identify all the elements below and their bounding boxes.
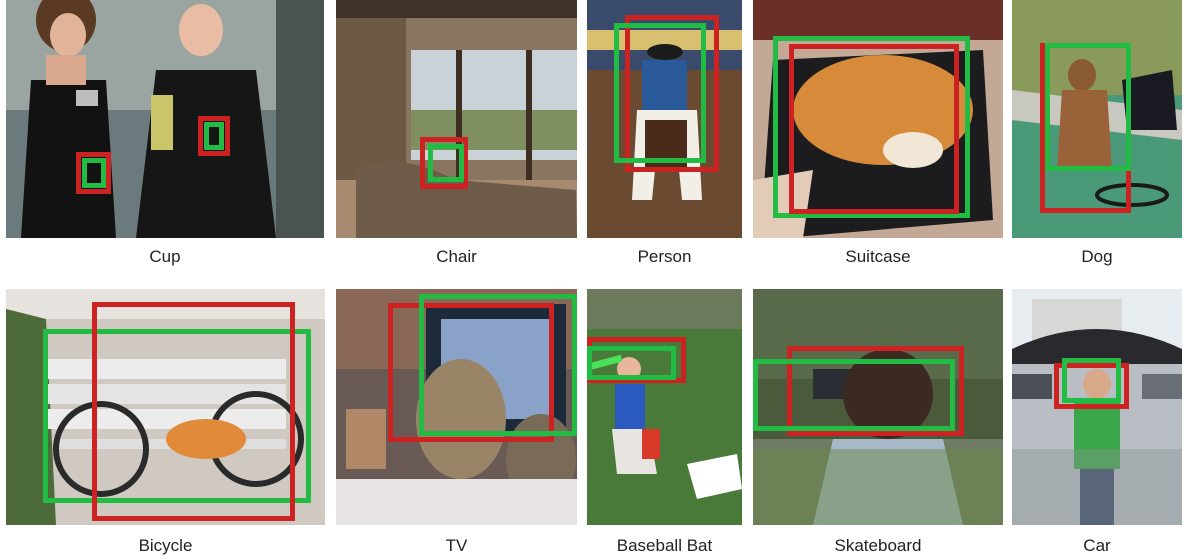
photo-person	[587, 0, 742, 238]
ground-truth-box	[419, 294, 577, 436]
caption-person: Person	[637, 247, 692, 266]
caption-skateboard: Skateboard	[834, 536, 922, 555]
ground-truth-box	[428, 144, 464, 182]
photo-tv	[336, 289, 577, 525]
caption-cup: Cup	[149, 247, 181, 266]
predicted-box	[92, 302, 295, 521]
caption-car: Car	[1083, 536, 1111, 555]
photo-bicycle	[6, 289, 325, 525]
ground-truth-box	[614, 23, 706, 163]
caption-chair: Chair	[436, 247, 477, 266]
photo-suitcase	[753, 0, 1003, 238]
caption-tv: TV	[445, 536, 468, 555]
caption-suitcase: Suitcase	[845, 247, 911, 266]
photo-car	[1012, 289, 1182, 525]
ground-truth-box	[82, 158, 106, 188]
photo-cup	[6, 0, 324, 238]
ground-truth-box	[204, 122, 224, 150]
caption-dog: Dog	[1081, 247, 1113, 266]
ground-truth-box	[1062, 358, 1121, 403]
predicted-box	[789, 44, 959, 214]
photo-dog	[1012, 0, 1182, 238]
caption-baseball-bat: Baseball Bat	[616, 536, 713, 555]
photo-skateboard	[753, 289, 1003, 525]
photo-chair	[336, 0, 577, 238]
photo-baseball-bat	[587, 289, 742, 525]
ground-truth-box	[587, 346, 676, 380]
ground-truth-box	[753, 359, 955, 431]
ground-truth-box	[1045, 43, 1131, 171]
caption-bicycle: Bicycle	[138, 536, 193, 555]
